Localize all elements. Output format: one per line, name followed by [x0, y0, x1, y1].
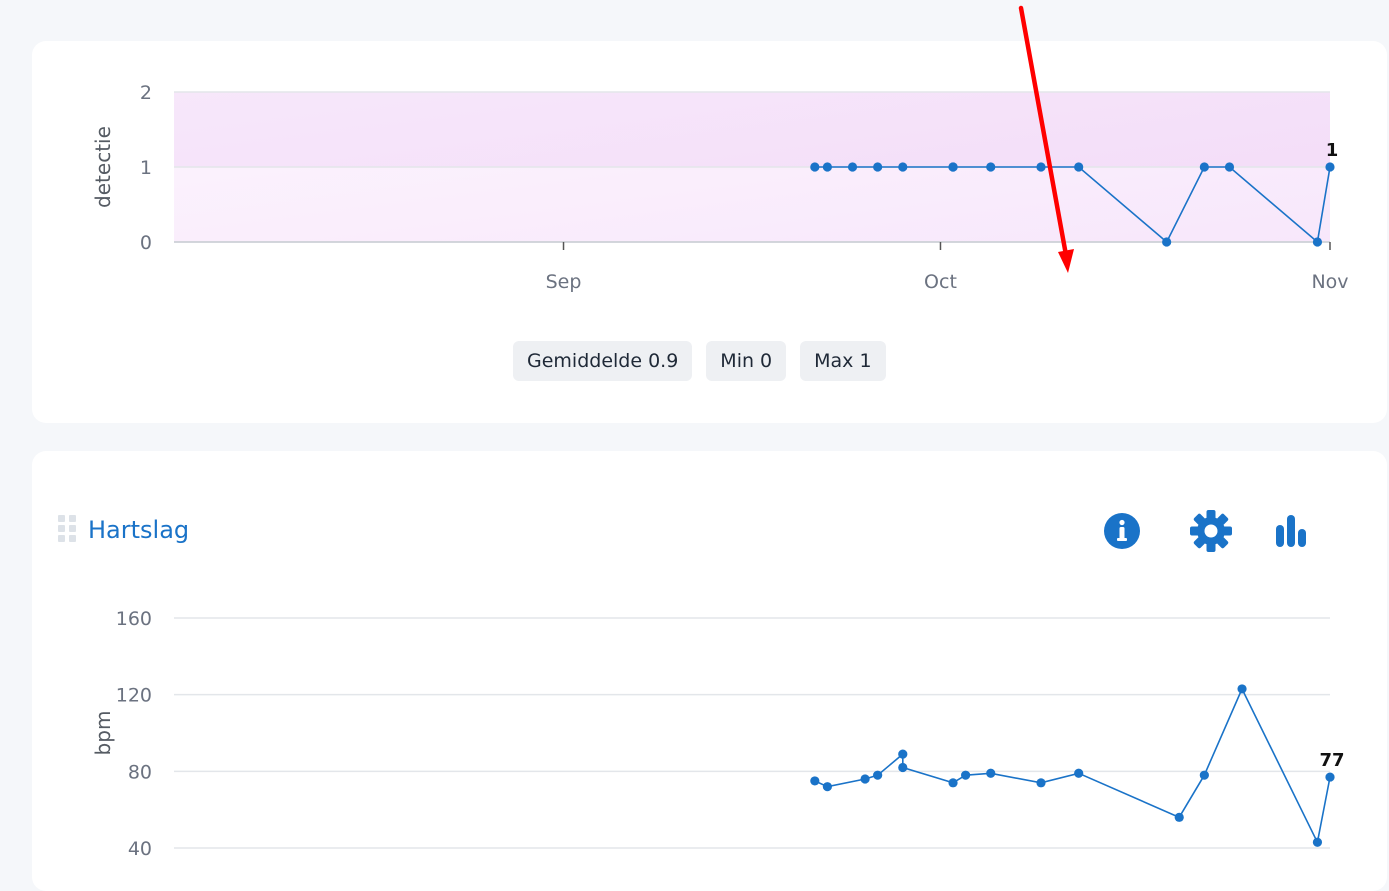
data-point: [898, 762, 908, 773]
y-tick-label: 120: [116, 685, 152, 707]
data-point: [1174, 812, 1184, 822]
data-point: [822, 162, 832, 172]
data-point: [873, 162, 883, 172]
data-point: [1325, 162, 1335, 172]
y-tick-label: 40: [128, 838, 152, 860]
data-point: [1237, 684, 1247, 694]
last-value-label: 1: [1326, 140, 1339, 161]
stats-row: Gemiddelde 0.9 Min 0 Max 1: [513, 341, 886, 381]
data-point: [847, 162, 858, 172]
x-tick-label: Sep: [546, 271, 582, 293]
data-point: [1312, 837, 1323, 847]
y-axis-label: detectie: [91, 126, 115, 208]
hartslag-card: Hartslag 40 80 120 160 bpm 77: [32, 451, 1387, 891]
last-value-label: 77: [1319, 750, 1344, 771]
data-point: [1162, 237, 1172, 247]
data-point: [898, 749, 908, 759]
data-point: [1325, 772, 1335, 782]
data-point: [948, 162, 958, 172]
data-point: [822, 782, 832, 792]
data-point: [1199, 162, 1209, 172]
data-point: [873, 770, 883, 780]
data-point: [948, 778, 958, 788]
y-tick-label: 80: [128, 761, 152, 783]
data-point: [986, 162, 996, 172]
series-line: [814, 686, 1331, 845]
min-badge: Min 0: [706, 341, 787, 381]
data-point: [986, 768, 996, 778]
data-point: [1312, 237, 1323, 247]
data-point: [860, 774, 870, 784]
detectie-card: 0 1 2 Sep Oct Nov detectie 1 Gemiddelde 0.9 Min…: [32, 41, 1387, 423]
max-badge: Max 1: [800, 341, 886, 381]
data-point: [898, 162, 908, 172]
data-point: [961, 770, 971, 780]
y-axis-label: bpm: [91, 711, 115, 756]
data-point: [1036, 778, 1046, 788]
y-tick-label: 0: [140, 232, 152, 254]
y-tick-label: 1: [140, 157, 152, 179]
y-tick-label: 2: [140, 82, 152, 104]
data-point: [810, 162, 820, 172]
data-point: [1199, 770, 1209, 780]
x-tick-label: Nov: [1311, 271, 1348, 293]
data-point: [1074, 768, 1084, 778]
data-point: [1224, 162, 1235, 172]
data-point: [810, 776, 820, 786]
data-point: [1074, 162, 1084, 172]
mean-badge: Gemiddelde 0.9: [513, 341, 693, 381]
y-tick-label: 160: [116, 608, 152, 630]
hartslag-chart: 40 80 120 160 bpm 77: [91, 608, 1345, 860]
x-tick-label: Oct: [924, 271, 957, 293]
data-point: [1036, 162, 1046, 172]
